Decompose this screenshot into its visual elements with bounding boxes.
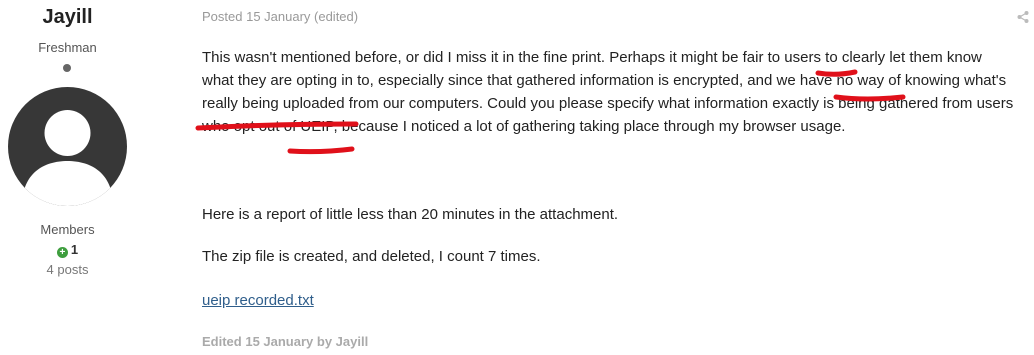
reputation-count: 1 bbox=[70, 242, 79, 257]
plus-circle-icon: + bbox=[56, 247, 68, 258]
attachment-link[interactable]: ueip recorded.txt bbox=[202, 292, 314, 309]
edited-note: Edited 15 January by Jayill bbox=[202, 334, 369, 349]
underline-mark bbox=[287, 146, 355, 155]
author-name[interactable]: Jayill bbox=[0, 6, 135, 29]
default-avatar-icon bbox=[8, 87, 127, 206]
post-paragraph: Here is a report of little less than 20 … bbox=[202, 206, 619, 223]
author-group: Members bbox=[40, 222, 95, 237]
post-meta: Posted 15 January (edited) bbox=[202, 9, 359, 24]
attachment: ueip recorded.txt bbox=[202, 289, 314, 312]
share-icon[interactable] bbox=[1016, 10, 1030, 24]
post-paragraph: The zip file is created, and deleted, I … bbox=[202, 248, 541, 265]
post-paragraph: This wasn't mentioned before, or did I m… bbox=[202, 49, 1014, 135]
post-count: 4 posts bbox=[46, 262, 89, 277]
reputation-badge: +1 bbox=[0, 242, 135, 258]
avatar[interactable] bbox=[8, 87, 127, 206]
author-title: Freshman bbox=[38, 40, 97, 55]
online-status-indicator bbox=[63, 64, 71, 72]
